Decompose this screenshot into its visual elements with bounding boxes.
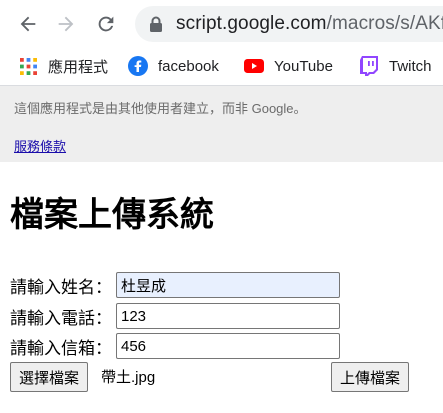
bookmark-apps[interactable]: 應用程式 — [18, 47, 108, 85]
bookmark-label: 應用程式 — [48, 58, 109, 76]
bookmark-label: Twitch — [389, 57, 432, 75]
name-row: 請輸入姓名： — [10, 272, 340, 298]
name-label: 請輸入姓名： — [10, 277, 112, 297]
name-input[interactable] — [116, 272, 340, 298]
bookmark-facebook[interactable]: facebook — [128, 47, 219, 85]
url-path: /macros/s/AKf — [326, 13, 443, 34]
back-arrow-icon — [20, 16, 36, 32]
page-title: 檔案上傳系統 — [10, 196, 214, 234]
phone-label: 請輸入電話： — [10, 308, 112, 328]
browser-toolbar: script.google.com/macros/s/AKf — [0, 0, 443, 47]
forward-button[interactable] — [50, 8, 82, 40]
apps-grid-icon — [18, 56, 38, 76]
email-input[interactable] — [116, 333, 340, 359]
phone-row: 請輸入電話： — [10, 303, 340, 329]
email-label: 請輸入信箱： — [10, 338, 112, 358]
youtube-icon — [244, 56, 264, 76]
banner-notice: 這個應用程式是由其他使用者建立，而非 Google。 — [14, 101, 307, 116]
reload-icon — [98, 16, 114, 32]
file-upload-row: 選擇檔案 帶土.jpg 上傳檔案 — [10, 362, 430, 392]
twitch-icon — [359, 56, 379, 76]
url-text: script.google.com/macros/s/AKf — [176, 13, 443, 35]
forward-arrow-icon — [58, 16, 74, 32]
url-host: script.google.com — [176, 13, 327, 34]
address-bar[interactable]: script.google.com/macros/s/AKf — [135, 6, 443, 42]
bookmark-twitch[interactable]: Twitch — [359, 47, 432, 85]
selected-file-name: 帶土.jpg — [101, 369, 156, 386]
facebook-icon — [128, 56, 148, 76]
choose-file-button[interactable]: 選擇檔案 — [10, 362, 89, 392]
lock-icon — [150, 16, 162, 32]
bookmark-label: facebook — [158, 57, 219, 75]
bookmark-youtube[interactable]: YouTube — [244, 47, 333, 85]
email-row: 請輸入信箱： — [10, 333, 340, 359]
user-content-banner: 這個應用程式是由其他使用者建立，而非 Google。 服務條款 — [0, 86, 443, 162]
phone-input[interactable] — [116, 303, 340, 329]
back-button[interactable] — [12, 8, 44, 40]
bookmarks-bar: 應用程式 facebook YouTube Twitch — [0, 47, 443, 86]
terms-of-service-link[interactable]: 服務條款 — [14, 136, 66, 155]
reload-button[interactable] — [90, 8, 122, 40]
upload-button[interactable]: 上傳檔案 — [331, 362, 410, 392]
bookmark-label: YouTube — [274, 57, 333, 75]
